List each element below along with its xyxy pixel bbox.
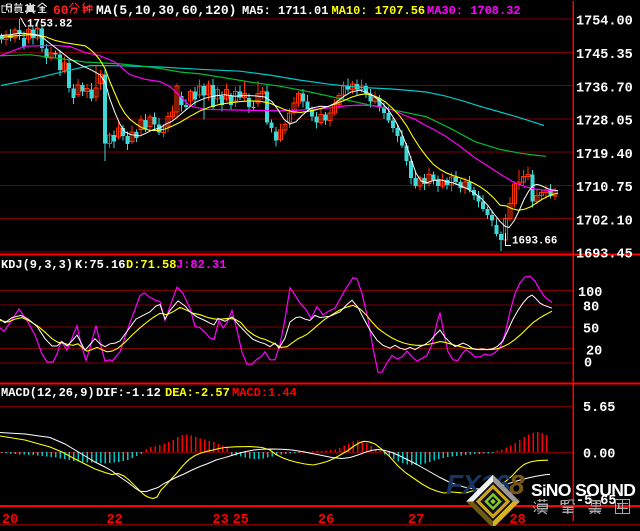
svg-text:26: 26 [318,513,334,526]
svg-text:DEA:-2.57: DEA:-2.57 [165,386,230,400]
svg-text:D:71.58: D:71.58 [126,258,176,272]
svg-text:1719.40: 1719.40 [576,148,633,163]
svg-text:1693.66: 1693.66 [512,236,557,248]
svg-text:28: 28 [510,513,526,526]
svg-text:MACD:1.44: MACD:1.44 [232,386,297,400]
svg-text:SiNO SOUND: SiNO SOUND [531,480,635,500]
svg-text:MA5: 1711.01: MA5: 1711.01 [242,4,328,18]
svg-text:80: 80 [583,301,599,316]
svg-text:22: 22 [107,513,123,526]
svg-text:K:75.16: K:75.16 [75,258,125,272]
svg-text:0: 0 [584,357,592,372]
svg-text:KDJ(9,3,3): KDJ(9,3,3) [1,258,73,272]
svg-text:J:82.31: J:82.31 [176,258,226,272]
svg-text:DIF:-1.12: DIF:-1.12 [96,386,161,400]
svg-text:1754.00: 1754.00 [576,15,633,30]
svg-text:MA(5,10,30,60,120): MA(5,10,30,60,120) [96,3,236,18]
svg-text:1736.70: 1736.70 [576,81,633,96]
svg-text:1693.45: 1693.45 [576,248,633,263]
svg-text:23: 23 [213,513,229,526]
svg-text:5.65: 5.65 [583,401,615,416]
svg-text:25: 25 [233,513,249,526]
svg-text:0.00: 0.00 [583,448,615,463]
svg-text:60: 60 [53,3,69,18]
svg-text:50: 50 [583,322,599,337]
svg-text:1710.75: 1710.75 [576,181,633,196]
svg-text:1745.35: 1745.35 [576,48,633,63]
svg-text:1702.10: 1702.10 [576,214,633,229]
svg-text:27: 27 [408,513,424,526]
svg-text:MACD(12,26,9): MACD(12,26,9) [1,386,95,400]
svg-text:MA10: 1707.56: MA10: 1707.56 [332,4,426,18]
svg-text:1728.05: 1728.05 [576,115,633,130]
svg-text:1753.82: 1753.82 [27,19,72,31]
svg-text:MA30: 1708.32: MA30: 1708.32 [427,4,521,18]
svg-text:20: 20 [2,513,18,526]
svg-text:100: 100 [578,286,602,301]
